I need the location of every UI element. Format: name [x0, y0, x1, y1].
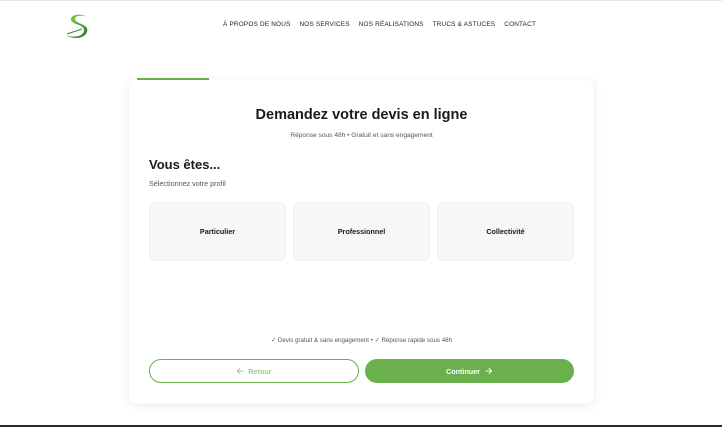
step-subtitle: Sélectionnez votre profil: [149, 179, 226, 188]
continue-button[interactable]: Continuer: [365, 359, 574, 383]
step-title: Vous êtes...: [149, 157, 221, 172]
option-label: Collectivité: [486, 227, 525, 236]
form-progress-bar: [137, 78, 584, 80]
option-label: Professionnel: [337, 227, 386, 236]
option-particulier[interactable]: Particulier: [149, 202, 286, 261]
continue-label: Continuer: [446, 366, 480, 376]
nav-link-realisations[interactable]: NOS RÉALISATIONS: [359, 21, 424, 28]
option-collectivite[interactable]: Collectivité: [437, 202, 574, 261]
nav-link-about[interactable]: À PROPOS DE NOUS: [223, 21, 290, 28]
option-professionnel[interactable]: Professionnel: [293, 202, 430, 261]
nav-link-tips[interactable]: TRUCS & ASTUCES: [433, 21, 496, 28]
nav-link-contact[interactable]: CONTACT: [504, 21, 536, 28]
reassurance-text: ✓ Devis gratuit & sans engagement • ✓ Ré…: [270, 337, 453, 344]
nav-link-services[interactable]: NOS SERVICES: [299, 21, 349, 28]
main-nav: À PROPOS DE NOUS NOS SERVICES NOS RÉALIS…: [223, 21, 536, 28]
s-leaf-logo-icon[interactable]: [60, 10, 96, 42]
arrow-right-icon: [485, 367, 493, 375]
back-button[interactable]: Retour: [149, 359, 359, 383]
form-subtitle: Réponse sous 48h • Gratuit et sans engag…: [290, 132, 433, 139]
profile-options: Particulier Professionnel Collectivité: [149, 202, 574, 261]
form-progress-fill: [137, 78, 209, 80]
top-border: [0, 0, 722, 1]
back-label: Retour: [248, 366, 272, 376]
form-title: Demandez votre devis en ligne: [255, 107, 468, 123]
quote-form-card: Demandez votre devis en ligne Réponse so…: [129, 79, 594, 404]
option-label: Particulier: [199, 227, 236, 236]
arrow-left-icon: [236, 367, 244, 375]
